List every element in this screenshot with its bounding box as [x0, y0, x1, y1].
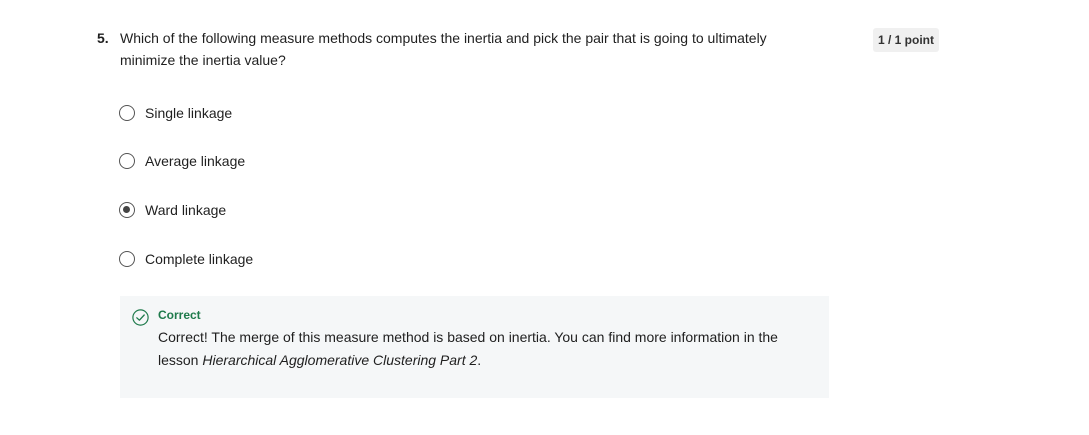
radio-button-selected-icon[interactable] — [119, 202, 135, 218]
feedback-panel: Correct Correct! The merge of this measu… — [120, 296, 829, 398]
question-text: Which of the following measure methods c… — [120, 30, 767, 68]
feedback-text-suffix: . — [477, 352, 482, 368]
option-complete-linkage[interactable]: Complete linkage — [119, 249, 253, 269]
option-ward-linkage[interactable]: Ward linkage — [119, 200, 226, 220]
option-label: Ward linkage — [145, 202, 227, 218]
radio-button-icon[interactable] — [119, 251, 135, 267]
option-average-linkage[interactable]: Average linkage — [119, 151, 245, 171]
option-label: Single linkage — [145, 105, 233, 121]
question-number: 5. — [97, 30, 109, 46]
feedback-status: Correct — [158, 308, 201, 322]
feedback-text: Correct! The merge of this measure metho… — [158, 326, 808, 372]
radio-button-icon[interactable] — [119, 105, 135, 121]
option-single-linkage[interactable]: Single linkage — [119, 103, 232, 123]
option-label: Average linkage — [145, 153, 246, 169]
check-circle-icon — [132, 309, 149, 326]
option-label: Complete linkage — [145, 251, 254, 267]
lesson-title: Hierarchical Agglomerative Clustering Pa… — [202, 352, 478, 368]
points-badge: 1 / 1 point — [873, 28, 940, 52]
radio-button-icon[interactable] — [119, 153, 135, 169]
